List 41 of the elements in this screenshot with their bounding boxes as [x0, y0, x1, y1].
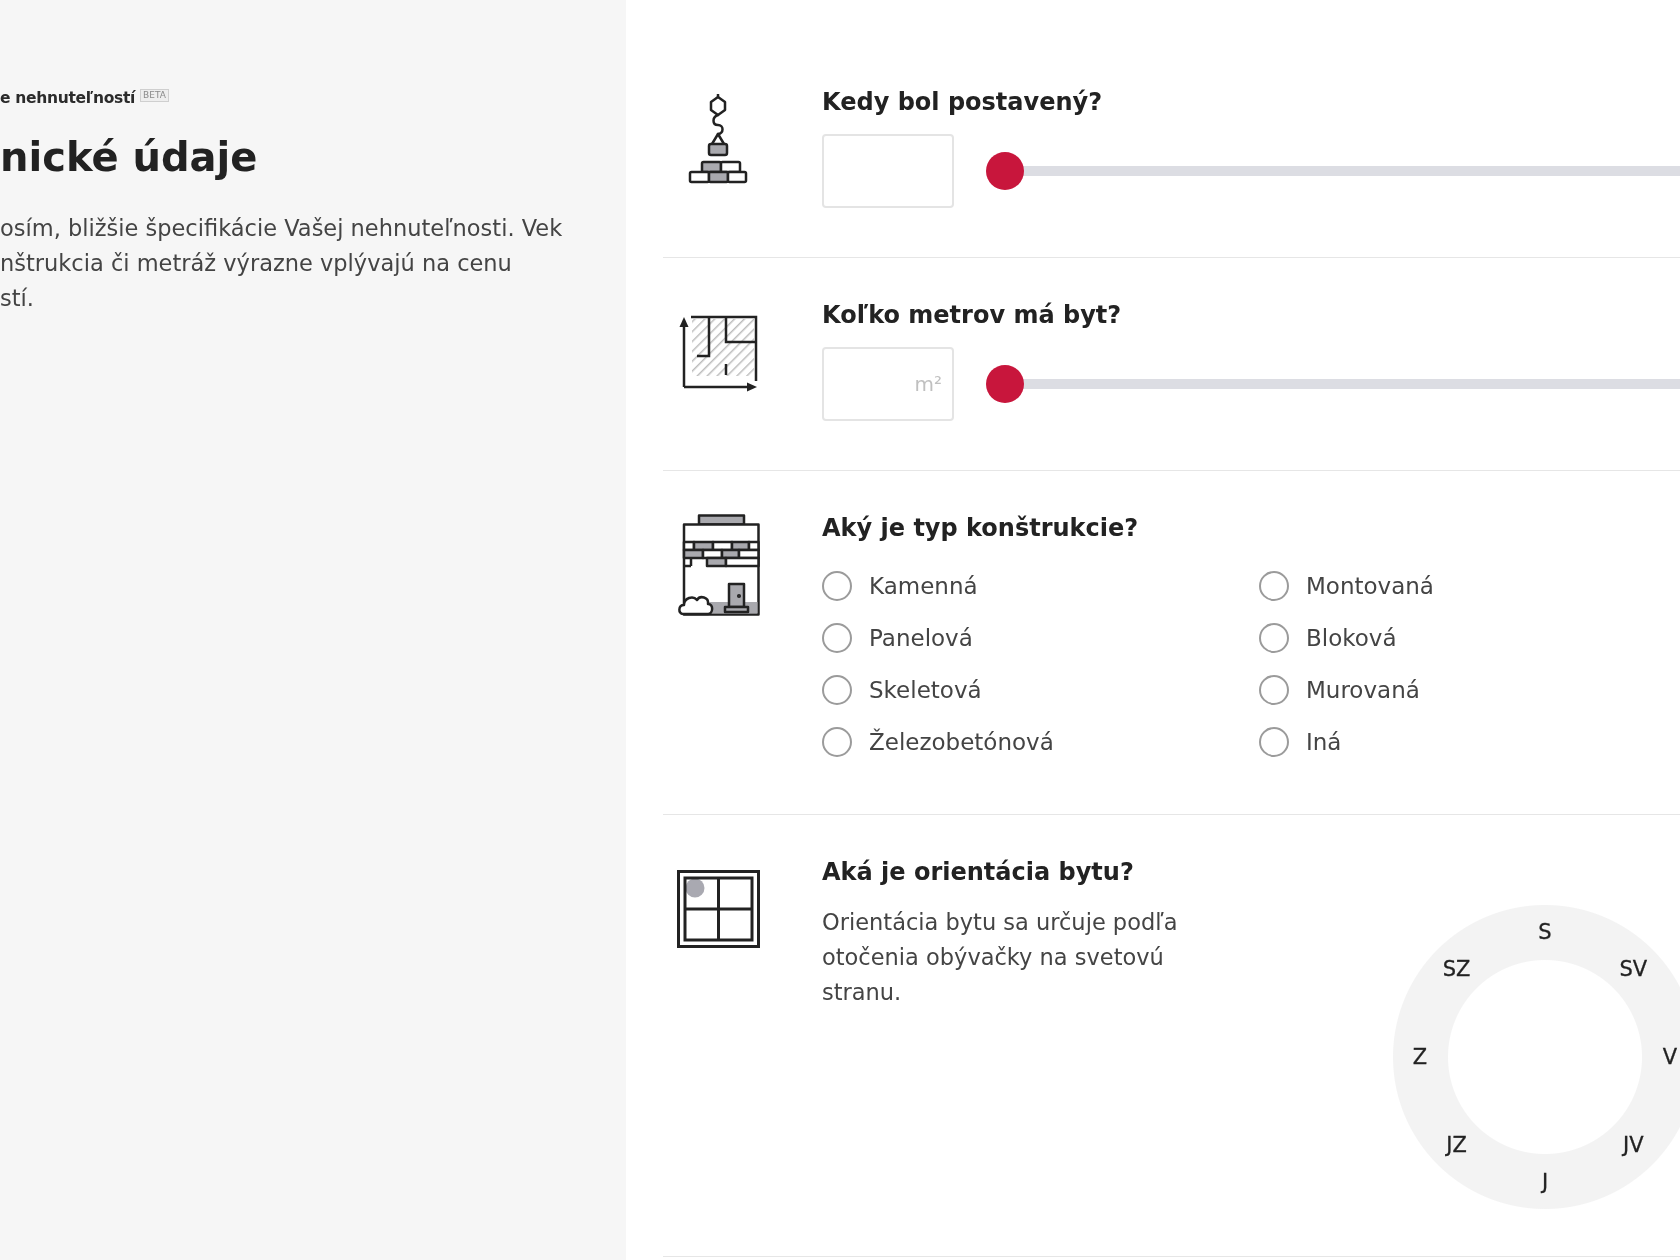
direction-option[interactable]: V [1662, 1045, 1678, 1069]
direction-option[interactable]: SV [1619, 956, 1648, 981]
input-field[interactable]: m² [822, 347, 954, 421]
question-title: Kedy bol postavený? [822, 87, 1103, 117]
direction-option[interactable]: JZ [1446, 1133, 1467, 1158]
question-title: Aká je orientácia bytu? [822, 857, 1134, 887]
page-title: nické údaje [0, 133, 258, 182]
question-title: Koľko metrov má byt? [822, 300, 1122, 330]
radio-button[interactable] [822, 623, 852, 653]
radio-button[interactable] [1259, 727, 1289, 757]
radio-label[interactable]: Kamenná [869, 572, 978, 600]
radio-button[interactable] [1259, 623, 1289, 653]
radio-label[interactable]: Panelová [869, 624, 973, 652]
question-title: Aký je typ konštrukcie? [822, 513, 1139, 543]
direction-option[interactable]: SZ [1442, 956, 1471, 981]
slider-thumb[interactable] [986, 365, 1024, 403]
radio-label[interactable]: Montovaná [1306, 572, 1434, 600]
radio-button[interactable] [822, 571, 852, 601]
radio-button[interactable] [822, 727, 852, 757]
direction-option[interactable]: Z [1412, 1045, 1428, 1069]
floor-plan-icon [678, 315, 758, 393]
direction-option[interactable]: J [1541, 1170, 1549, 1194]
radio-label[interactable]: Skeletová [869, 676, 982, 704]
radio-label[interactable]: Murovaná [1306, 676, 1420, 704]
direction-option[interactable]: JV [1623, 1133, 1644, 1158]
direction-option[interactable]: S [1538, 920, 1552, 944]
intro-text: osím, bližšie špecifikácie Vašej nehnuteľnosti. Vek nštrukcia či metráž výrazne vplývajú na cenu stí. [0, 214, 563, 313]
brick-building-icon [676, 514, 760, 616]
description-text: Orientácia bytu sa určuje podľa otočenia obývačky na svetovú stranu. [822, 908, 1179, 1007]
radio-button[interactable] [1259, 675, 1289, 705]
slider-thumb[interactable] [986, 152, 1024, 190]
window-icon [676, 870, 760, 948]
input-field[interactable] [822, 134, 954, 208]
radio-label[interactable]: Železobetónová [869, 728, 1054, 756]
beta-badge: BETA [140, 88, 169, 102]
hook-bricks-icon [688, 94, 748, 184]
radio-button[interactable] [1259, 571, 1289, 601]
breadcrumb-text: e nehnuteľností [0, 88, 136, 108]
radio-label[interactable]: Iná [1306, 728, 1342, 756]
radio-label[interactable]: Bloková [1306, 624, 1397, 652]
radio-button[interactable] [822, 675, 852, 705]
